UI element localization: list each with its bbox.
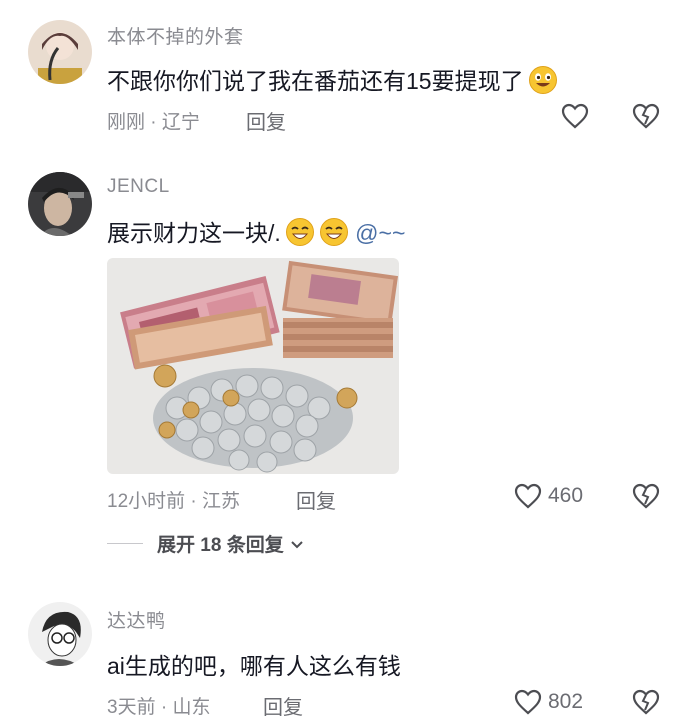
broken-heart-icon [632,103,660,129]
expand-replies-label: 展开 18 条回复 [157,535,284,556]
like-count: 460 [548,484,584,507]
dislike-button[interactable] [632,103,660,134]
comment-meta: 3天前 · 山东 [107,697,211,718]
grinning-emoji-icon [319,217,349,253]
comment-meta: 刚刚 · 辽宁 [107,112,200,133]
comment-text: 不跟你你们说了我在番茄还有15要提现了 [107,62,558,101]
comment-text: ai生成的吧，哪有人这么有钱 [107,653,401,679]
avatar[interactable] [28,172,92,236]
reply-button[interactable]: 回复 [263,691,303,720]
grinning-emoji-icon [528,65,558,101]
comment-username[interactable]: 达达鸭 [107,606,166,633]
avatar[interactable] [28,20,92,84]
broken-heart-icon [632,689,660,715]
divider [107,543,143,544]
comment-text: 展示财力这一块/. @~~ [107,214,405,253]
comment-location: 江苏 [202,491,241,512]
reply-button[interactable]: 回复 [246,106,286,135]
like-button[interactable] [561,103,589,129]
comment-time: 3天前 [107,697,156,718]
comment-time: 12小时前 [107,491,186,512]
heart-outline-icon [514,483,542,509]
heart-outline-icon [561,103,589,129]
comment-meta: 12小时前 · 江苏 [107,491,241,512]
heart-outline-icon [514,689,542,715]
comment-location: 山东 [172,697,211,718]
broken-heart-icon [632,483,660,509]
like-button[interactable]: 802 [514,689,583,715]
comment-username[interactable]: 本体不掉的外套 [107,22,244,49]
dislike-button[interactable] [632,689,660,720]
chevron-down-icon [290,540,303,548]
comment-time: 刚刚 [107,112,146,133]
avatar[interactable] [28,602,92,666]
comment-username[interactable]: JENCL [107,176,170,198]
grinning-emoji-icon [285,217,315,253]
like-count: 802 [548,690,584,713]
mention-link[interactable]: @~~ [355,220,405,246]
comment-location: 辽宁 [161,112,200,133]
comment-photo[interactable] [107,258,399,474]
reply-button[interactable]: 回复 [296,485,336,514]
like-button[interactable]: 460 [514,483,583,509]
expand-replies-button[interactable]: 展开 18 条回复 [107,530,306,557]
dislike-button[interactable] [632,483,660,514]
